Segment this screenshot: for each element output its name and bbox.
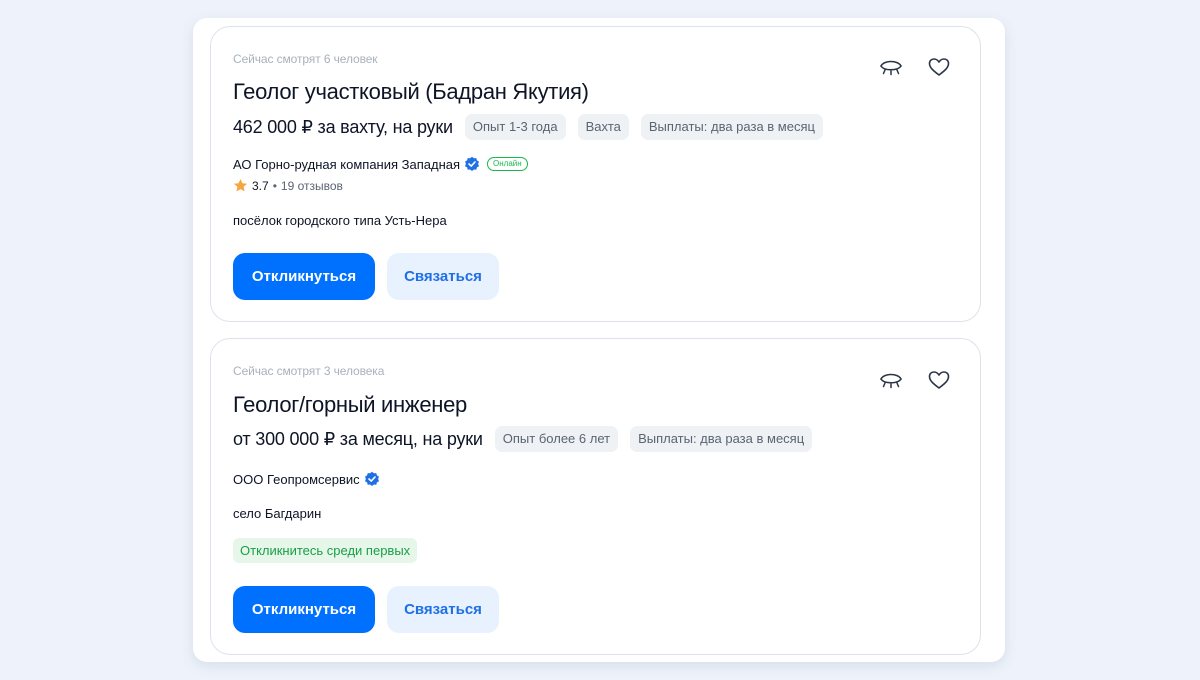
star-icon [233, 178, 248, 192]
company-row: ООО Геопромсервис [233, 471, 380, 487]
reviews-count: 19 отзывов [280, 178, 343, 193]
vacancy-card[interactable]: Сейчас смотрят 6 человек Геолог участков… [210, 26, 981, 322]
company-name[interactable]: АО Горно-рудная компания Западная [233, 157, 460, 172]
contact-button[interactable]: Связаться [387, 253, 499, 300]
company-row: АО Горно-рудная компания Западная Онлайн [233, 156, 528, 172]
eye-closed-icon [880, 373, 902, 389]
viewers-count: Сейчас смотрят 6 человек [233, 52, 378, 66]
company-name[interactable]: ООО Геопромсервис [233, 472, 360, 487]
vacancy-location: село Багдарин [233, 506, 322, 521]
online-badge: Онлайн [487, 157, 528, 171]
hide-vacancy-button[interactable] [877, 53, 905, 81]
payments-chip: Выплаты: два раза в месяц [640, 114, 823, 140]
rating-row[interactable]: 3.7 • 19 отзывов [233, 178, 343, 193]
rating-value: 3.7 [252, 178, 269, 193]
vacancy-list: Сейчас смотрят 6 человек Геолог участков… [193, 18, 1005, 662]
favorite-button[interactable] [925, 366, 953, 394]
salary-row: от 300 000 ₽ за месяц, на руки Опыт боле… [233, 426, 813, 452]
payments-chip: Выплаты: два раза в месяц [630, 426, 813, 452]
respond-first-badge: Откликнитесь среди первых [233, 538, 418, 563]
vacancy-title[interactable]: Геолог/горный инженер [233, 392, 467, 418]
schedule-chip: Вахта [577, 114, 629, 140]
heart-icon [928, 58, 950, 76]
experience-chip: Опыт более 6 лет [494, 426, 619, 452]
eye-closed-icon [880, 60, 902, 76]
vacancy-title[interactable]: Геолог участковый (Бадран Якутия) [233, 79, 589, 105]
vacancy-card[interactable]: Сейчас смотрят 3 человека Геолог/горный … [210, 338, 981, 655]
contact-button[interactable]: Связаться [387, 586, 499, 633]
vacancy-location: посёлок городского типа Усть-Нера [233, 213, 447, 228]
respond-button[interactable]: Откликнуться [233, 253, 375, 300]
heart-icon [928, 371, 950, 389]
salary: от 300 000 ₽ за месяц, на руки [233, 428, 483, 449]
salary-row: 462 000 ₽ за вахту, на руки Опыт 1-3 год… [233, 114, 823, 140]
favorite-button[interactable] [925, 53, 953, 81]
rating-separator: • [272, 178, 277, 193]
respond-button[interactable]: Откликнуться [233, 586, 375, 633]
verified-check-icon [465, 156, 480, 171]
viewers-count: Сейчас смотрят 3 человека [233, 364, 385, 378]
experience-chip: Опыт 1-3 года [464, 114, 566, 140]
salary: 462 000 ₽ за вахту, на руки [233, 116, 453, 137]
verified-check-icon [364, 471, 379, 486]
hide-vacancy-button[interactable] [877, 366, 905, 394]
